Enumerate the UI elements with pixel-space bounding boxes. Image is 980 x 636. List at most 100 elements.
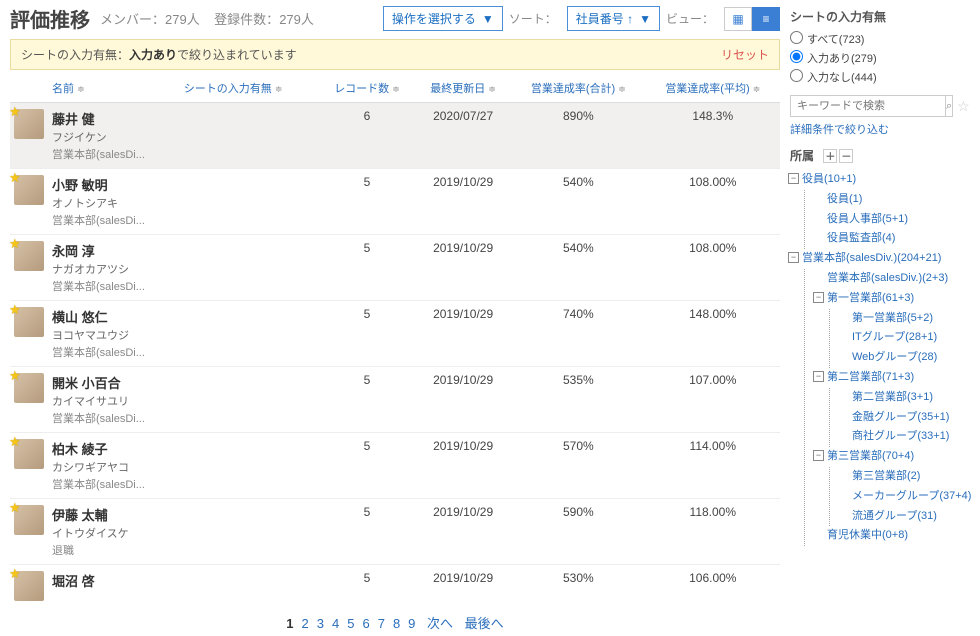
tree-expand-all[interactable]: ＋ (823, 149, 837, 163)
tree-link[interactable]: 第三営業部(2) (852, 470, 920, 482)
table-row[interactable]: ★小野 敏明オノトシアキ営業本部(salesDi...52019/10/2954… (10, 169, 780, 235)
tree-toggle[interactable]: − (788, 173, 799, 184)
tree-link[interactable]: 営業本部(salesDiv.)(204+21) (802, 252, 941, 264)
member-dept: 営業本部(salesDi... (52, 212, 176, 228)
tree-collapse-all[interactable]: － (839, 149, 853, 163)
tree-link[interactable]: 営業本部(salesDiv.)(2+3) (827, 272, 948, 284)
tree-link[interactable]: 育児休業中(0+8) (827, 529, 908, 541)
view-list-button[interactable]: ≡ (752, 7, 780, 31)
cell-total: 540% (511, 235, 645, 301)
tree-link[interactable]: 役員(1) (827, 193, 862, 205)
tree-link[interactable]: 第一営業部(61+3) (827, 292, 914, 304)
filter-radio[interactable]: 入力なし(444) (790, 69, 962, 85)
list-icon: ≡ (762, 12, 769, 26)
pager-page[interactable]: 6 (362, 616, 369, 631)
tree-node: 商社グループ(33+1) (840, 427, 962, 447)
pager-next[interactable]: 次へ (427, 616, 453, 631)
table-row[interactable]: ★開米 小百合カイマイサユリ営業本部(salesDi...52019/10/29… (10, 367, 780, 433)
table-row[interactable]: ★柏木 綾子カシワギアヤコ営業本部(salesDi...52019/10/295… (10, 433, 780, 499)
member-dept: 営業本部(salesDi... (52, 146, 176, 162)
cell-updated: 2019/10/29 (415, 499, 511, 565)
sort-icon: ≑ (77, 84, 85, 94)
member-kana: イトウダイスケ (52, 525, 176, 541)
tree-node: −第二営業部(71+3) 第二営業部(3+1) 金融グループ(35+1) 商社グループ… (815, 368, 962, 447)
tree-link[interactable]: 第二営業部(3+1) (852, 391, 933, 403)
tree-link[interactable]: メーカーグループ(37+4) (852, 490, 971, 502)
operation-select[interactable]: 操作を選択する▼ (383, 6, 503, 31)
table-row[interactable]: ★伊藤 太輔イトウダイスケ退職52019/10/29590%118.00% (10, 499, 780, 565)
table-row[interactable]: ★堀沼 啓52019/10/29530%106.00% (10, 565, 780, 608)
cell-avg: 118.00% (646, 499, 780, 565)
cell-avg: 106.00% (646, 565, 780, 608)
tree-toggle[interactable]: − (813, 292, 824, 303)
member-name: 横山 悠仁 (52, 307, 176, 326)
grid-icon: ▦ (732, 12, 743, 26)
pager-page[interactable]: 9 (408, 616, 415, 631)
tree-link[interactable]: 第二営業部(71+3) (827, 371, 914, 383)
filter-title: シートの入力有無 (790, 8, 962, 25)
search-button[interactable]: ⌕ (946, 95, 953, 117)
cell-total: 740% (511, 301, 645, 367)
cell-total: 570% (511, 433, 645, 499)
pager-page[interactable]: 4 (332, 616, 339, 631)
member-count: メンバー：279人 登録件数：279人 (100, 9, 314, 28)
table-row[interactable]: ★永岡 淳ナガオカアツシ営業本部(salesDi...52019/10/2954… (10, 235, 780, 301)
tree-link[interactable]: 流通グループ(31) (852, 510, 937, 522)
search-input[interactable] (790, 95, 946, 117)
tree-link[interactable]: 役員(10+1) (802, 173, 856, 185)
member-dept: 退職 (52, 542, 176, 558)
tree-link[interactable]: 役員人事部(5+1) (827, 213, 908, 225)
cell-avg: 148.00% (646, 301, 780, 367)
col-records[interactable]: レコード数 ≑ (319, 74, 415, 103)
tree-link[interactable]: 金融グループ(35+1) (852, 411, 949, 423)
cell-total: 540% (511, 169, 645, 235)
filter-radio[interactable]: 入力あり(279) (790, 50, 962, 66)
member-dept: 営業本部(salesDi... (52, 344, 176, 360)
cell-updated: 2019/10/29 (415, 433, 511, 499)
pager-last[interactable]: 最後へ (465, 616, 504, 631)
filter-radio[interactable]: すべて(723) (790, 31, 962, 47)
caret-down-icon: ▼ (482, 12, 494, 26)
pager-page[interactable]: 2 (302, 616, 309, 631)
tree-link[interactable]: 商社グループ(33+1) (852, 430, 949, 442)
pager-page[interactable]: 7 (378, 616, 385, 631)
tree-link[interactable]: ITグループ(28+1) (852, 331, 937, 343)
tree-node: 育児休業中(0+8) (815, 526, 962, 546)
col-name[interactable]: 名前 ≑ (48, 74, 180, 103)
cell-total: 535% (511, 367, 645, 433)
tree-toggle[interactable]: − (788, 252, 799, 263)
filter-reset[interactable]: リセット (721, 46, 769, 63)
tree-toggle[interactable]: − (813, 450, 824, 461)
sort-icon: ≑ (275, 84, 283, 94)
advanced-filter-link[interactable]: 詳細条件で絞り込む (790, 121, 962, 137)
sort-select[interactable]: 社員番号 ↑▼ (567, 6, 660, 31)
col-avg[interactable]: 営業達成率(平均) ≑ (646, 74, 780, 103)
member-name: 藤井 健 (52, 109, 176, 128)
tree-link[interactable]: 役員監査部(4) (827, 232, 895, 244)
tree-link[interactable]: 第一営業部(5+2) (852, 312, 933, 324)
cell-total: 890% (511, 103, 645, 169)
cell-updated: 2019/10/29 (415, 565, 511, 608)
col-total[interactable]: 営業達成率(合計) ≑ (511, 74, 645, 103)
pager-page[interactable]: 8 (393, 616, 400, 631)
tree-node: 役員人事部(5+1) (815, 210, 962, 230)
filter-banner: シートの入力有無：入力あり で絞り込まれています リセット (10, 39, 780, 70)
col-sheet[interactable]: シートの入力有無 ≑ (180, 74, 319, 103)
pager-page[interactable]: 5 (347, 616, 354, 631)
tree-link[interactable]: 第三営業部(70+4) (827, 450, 914, 462)
cell-updated: 2020/07/27 (415, 103, 511, 169)
table-row[interactable]: ★藤井 健フジイケン営業本部(salesDi...62020/07/27890%… (10, 103, 780, 169)
avatar: ★ (14, 439, 44, 469)
col-updated[interactable]: 最終更新日 ≑ (415, 74, 511, 103)
view-grid-button[interactable]: ▦ (724, 7, 752, 31)
tree-link[interactable]: Webグループ(28) (852, 351, 937, 363)
favorite-toggle[interactable]: ☆ (957, 98, 970, 115)
member-kana: フジイケン (52, 129, 176, 145)
cell-updated: 2019/10/29 (415, 367, 511, 433)
table-row[interactable]: ★横山 悠仁ヨコヤマユウジ営業本部(salesDi...52019/10/297… (10, 301, 780, 367)
member-dept: 営業本部(salesDi... (52, 278, 176, 294)
member-dept: 営業本部(salesDi... (52, 410, 176, 426)
cell-records: 6 (319, 103, 415, 169)
tree-toggle[interactable]: − (813, 371, 824, 382)
pager-page[interactable]: 3 (317, 616, 324, 631)
